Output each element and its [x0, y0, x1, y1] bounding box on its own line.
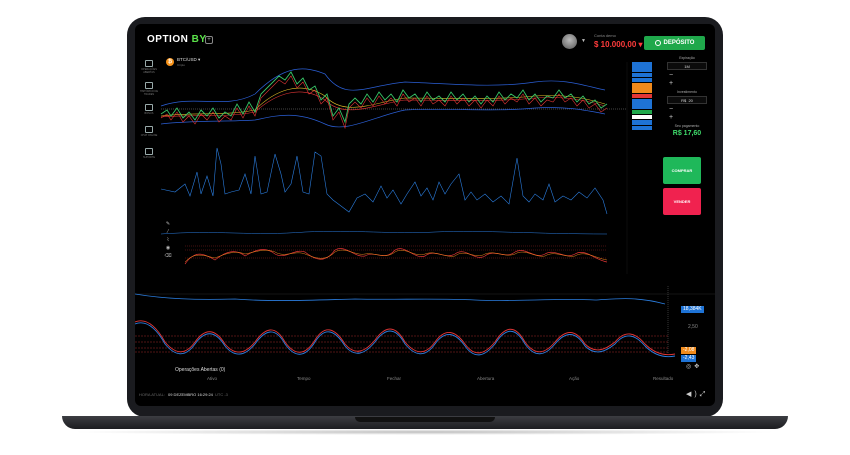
investment-plus-button[interactable]: +: [662, 114, 712, 122]
col-time: Tempo: [297, 376, 311, 381]
laptop-notch: [355, 417, 495, 422]
investment-currency: R$: [681, 98, 687, 103]
price-tag: [632, 93, 652, 99]
price-tag: [632, 67, 652, 72]
investment-label: Investimento: [677, 90, 697, 94]
value-tag-orange: -2,08: [681, 347, 697, 354]
sell-label: VENDER: [673, 199, 691, 204]
timezone: UTC -3: [215, 392, 228, 397]
col-close: Fechar: [387, 376, 402, 381]
chart-tools: ◎✥: [686, 363, 702, 370]
screen: OPTION BY + ▼ Conta demo $ 10.000,00 ▾ D…: [135, 24, 715, 406]
fullscreen-icon[interactable]: ⤢: [700, 391, 709, 398]
line-icon[interactable]: ⁄: [164, 228, 172, 236]
price-tag: [632, 88, 652, 93]
col-result: Resultado: [653, 376, 674, 381]
status-icons: ◀)⤢: [686, 390, 708, 399]
pencil-icon[interactable]: ✎: [164, 220, 172, 228]
price-tag: [632, 114, 652, 120]
speaker-icon[interactable]: ◀): [686, 391, 700, 398]
brush-icon[interactable]: ⌇: [164, 236, 172, 244]
investment-value: 20: [688, 98, 693, 103]
buy-button[interactable]: COMPRAR: [663, 157, 701, 184]
value-tag-blue: -2,43: [681, 355, 697, 362]
price-tag: [632, 62, 652, 67]
move-icon[interactable]: ✥: [694, 364, 702, 370]
laptop-frame: OPTION BY + ▼ Conta demo $ 10.000,00 ▾ D…: [0, 0, 850, 455]
investment-minus-button[interactable]: −: [662, 106, 712, 114]
axis-label: 2,50: [688, 324, 698, 330]
price-tag: [632, 83, 652, 88]
open-operations-title[interactable]: Operações Abertas (0): [175, 367, 225, 373]
price-scale-tags: [632, 62, 652, 131]
time-label: HORA ATUAL:: [139, 392, 165, 397]
trading-chart[interactable]: [135, 24, 715, 406]
price-tag: [632, 125, 652, 131]
expiry-field[interactable]: 1M: [667, 62, 707, 70]
value-tag-volume: 18,384K: [681, 306, 704, 313]
eye-icon[interactable]: ◉: [164, 244, 172, 252]
expiry-label: Expiração: [679, 56, 695, 60]
col-open: Abertura: [477, 376, 495, 381]
trash-icon[interactable]: ⌫: [164, 252, 172, 260]
price-tag: [632, 104, 652, 109]
investment-field[interactable]: R$ 20: [667, 96, 707, 104]
price-tag: [632, 120, 652, 125]
price-tag: [632, 77, 652, 83]
camera-icon[interactable]: ◎: [686, 364, 694, 370]
operations-table-header: Ativo Tempo Fechar Abertura Ação Resulta…: [135, 376, 715, 384]
sell-button[interactable]: VENDER: [663, 188, 701, 215]
expiry-minus-button[interactable]: −: [662, 72, 712, 80]
price-tag: [632, 109, 652, 115]
payout-label: Seu pagamento: [674, 124, 700, 128]
drawing-toolbar: ✎ ⁄ ⌇ ◉ ⌫: [164, 220, 172, 260]
price-tag: [632, 72, 652, 78]
expiry-plus-button[interactable]: +: [662, 80, 712, 88]
payout-value: R$ 17,60: [672, 130, 702, 137]
laptop-shadow: [70, 429, 780, 435]
col-asset: Ativo: [207, 376, 218, 381]
status-bar: HORA ATUAL: 09 DEZEMBRO 16:29:24 UTC -3 …: [135, 390, 715, 402]
buy-label: COMPRAR: [671, 168, 693, 173]
current-time: 09 DEZEMBRO 16:29:24: [168, 392, 213, 397]
col-action: Ação: [569, 376, 580, 381]
price-tag: [632, 99, 652, 104]
